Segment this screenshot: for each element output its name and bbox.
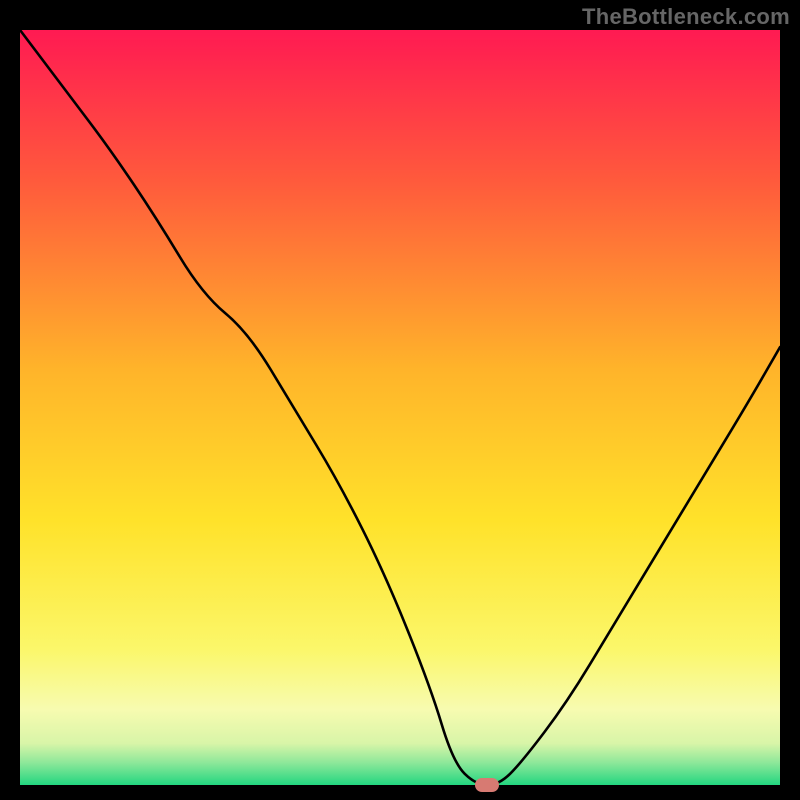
watermark-text: TheBottleneck.com — [582, 4, 790, 30]
plot-area — [20, 30, 780, 785]
chart-frame: TheBottleneck.com — [0, 0, 800, 800]
gradient-background — [20, 30, 780, 785]
optimal-marker — [475, 778, 499, 792]
chart-svg — [20, 30, 780, 785]
